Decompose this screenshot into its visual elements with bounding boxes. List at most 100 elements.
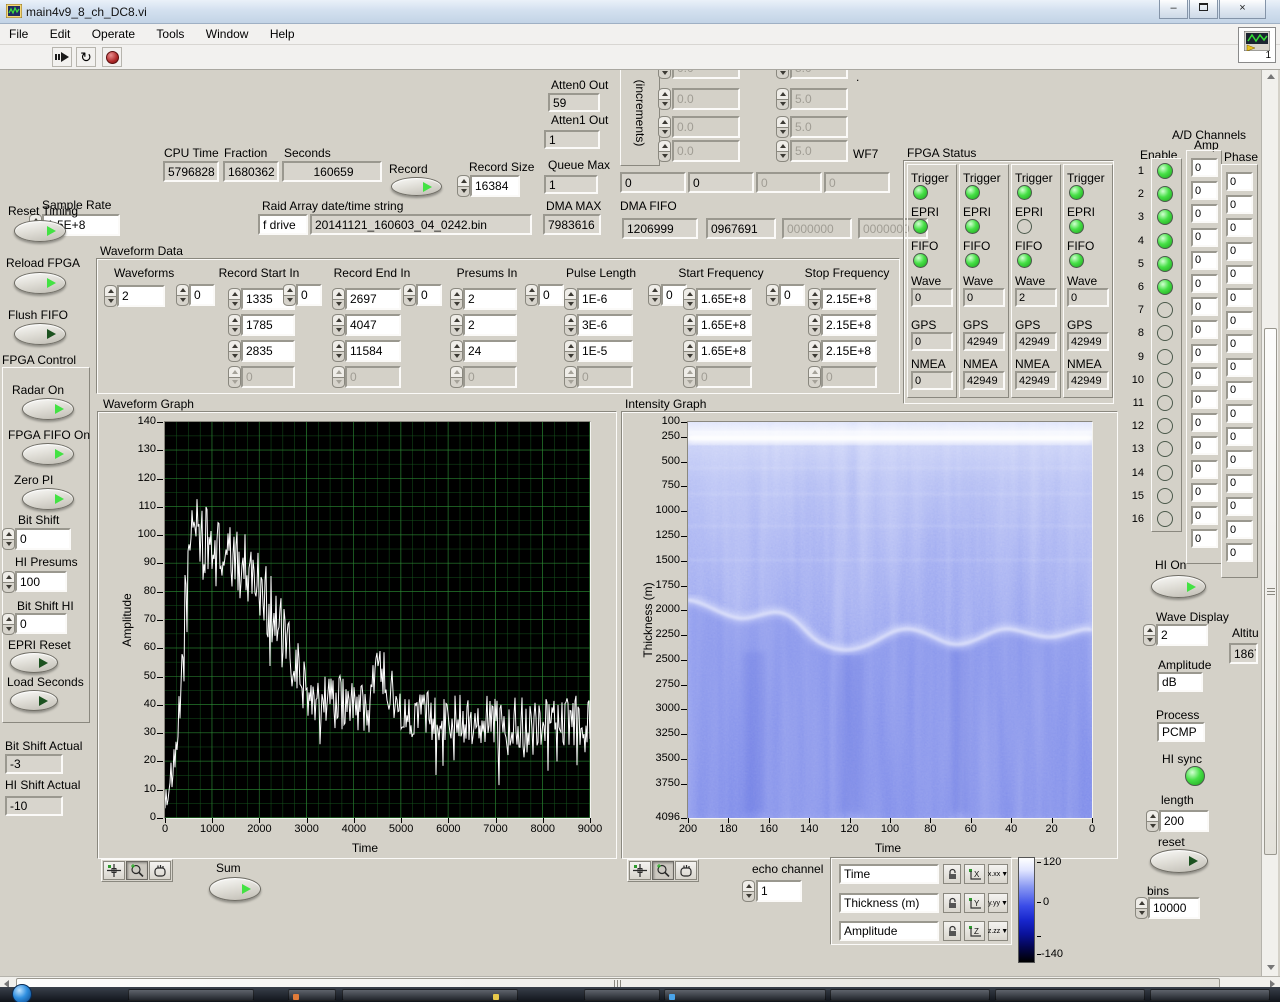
presums-in-field[interactable]: 2: [463, 288, 517, 310]
taskbar-button[interactable]: [830, 989, 990, 1001]
wf-zoom-tool-button[interactable]: [126, 861, 148, 880]
stop-frequency-field[interactable]: 0: [821, 366, 877, 388]
record-button[interactable]: [391, 177, 442, 196]
value-spinner[interactable]: [450, 314, 463, 336]
menu-tools[interactable]: Tools: [147, 24, 193, 41]
run-button[interactable]: [52, 47, 72, 67]
ad-enable-led[interactable]: [1157, 255, 1173, 272]
x-scale-autoscale-button[interactable]: X: [964, 864, 985, 884]
menu-file[interactable]: File: [0, 24, 37, 41]
index-spinner[interactable]: [525, 284, 538, 306]
value-spinner[interactable]: [450, 366, 463, 388]
fpga-fifo-on-button[interactable]: [22, 443, 74, 465]
presums-in-field[interactable]: 2: [463, 314, 517, 336]
value-spinner[interactable]: [332, 314, 345, 336]
ad-phase-field[interactable]: 0: [1226, 241, 1253, 261]
start-frequency-field[interactable]: 0: [696, 366, 752, 388]
load-seconds-button[interactable]: [10, 690, 58, 711]
menu-edit[interactable]: Edit: [41, 24, 80, 41]
wave-display-field[interactable]: 2: [1156, 624, 1208, 646]
ad-phase-field[interactable]: 0: [1226, 404, 1253, 423]
record-size-spinner[interactable]: [457, 175, 470, 197]
wf7-spinner[interactable]: [776, 140, 789, 162]
hi-on-button[interactable]: [1151, 575, 1206, 598]
ad-phase-field[interactable]: 0: [1226, 450, 1253, 470]
reset-timing-button[interactable]: [14, 220, 66, 242]
taskbar-button[interactable]: [288, 989, 336, 1001]
ad-enable-led[interactable]: [1157, 487, 1173, 504]
record-start-in-field[interactable]: 1785: [241, 314, 295, 336]
value-spinner[interactable]: [683, 366, 696, 388]
flush-fifo-button[interactable]: [14, 323, 66, 345]
start-frequency-field[interactable]: 1.65E+8: [696, 340, 752, 362]
value-spinner[interactable]: [332, 340, 345, 362]
ad-amp-field[interactable]: 0: [1191, 390, 1218, 409]
wf-cursor-tool-button[interactable]: [103, 861, 125, 880]
record-end-in-field[interactable]: 4047: [345, 314, 401, 336]
ad-enable-led[interactable]: [1157, 371, 1173, 388]
ad-enable-led[interactable]: [1157, 163, 1173, 179]
ad-phase-field[interactable]: 0: [1226, 473, 1253, 493]
ad-amp-field[interactable]: 0: [1191, 413, 1218, 433]
zero-pi-button[interactable]: [22, 488, 74, 510]
x-scale-lock-button[interactable]: [943, 864, 961, 884]
ad-phase-field[interactable]: 0: [1226, 380, 1253, 400]
taskbar-button[interactable]: [1150, 989, 1270, 1001]
increment-spinner[interactable]: [658, 70, 671, 79]
z-scale-autoscale-button[interactable]: Z: [964, 921, 985, 941]
bit-shift-hi-field[interactable]: 0: [15, 613, 67, 634]
length-spinner[interactable]: [1146, 810, 1159, 832]
bit-shift-field[interactable]: 0: [15, 528, 71, 550]
index-field[interactable]: 0: [779, 284, 805, 306]
value-spinner[interactable]: [228, 314, 241, 336]
ig-zoom-tool-button[interactable]: [652, 861, 674, 880]
taskbar-button[interactable]: [342, 989, 518, 1001]
intensity-image[interactable]: [688, 422, 1092, 818]
ad-amp-field[interactable]: 0: [1191, 204, 1218, 224]
ad-amp-field[interactable]: 0: [1191, 436, 1218, 456]
ig-pan-tool-button[interactable]: [675, 861, 697, 880]
ad-amp-field[interactable]: 0: [1191, 158, 1218, 177]
maximize-button[interactable]: [1189, 0, 1218, 19]
value-spinner[interactable]: [683, 340, 696, 362]
wf7-spinner[interactable]: [776, 70, 789, 79]
menu-help[interactable]: Help: [261, 24, 304, 41]
ad-amp-field[interactable]: 0: [1191, 181, 1218, 201]
x-scale-name-field[interactable]: Time: [839, 864, 939, 884]
wf7-field[interactable]: 5.0: [790, 140, 848, 162]
y-scale-name-field[interactable]: Thickness (m): [839, 893, 939, 913]
value-spinner[interactable]: [808, 314, 821, 336]
value-spinner[interactable]: [808, 366, 821, 388]
ad-phase-field[interactable]: 0: [1226, 357, 1253, 377]
pulse-length-field[interactable]: 1E-6: [577, 288, 633, 310]
process-field[interactable]: PCMP: [1157, 722, 1205, 742]
increment-spinner[interactable]: [658, 88, 671, 110]
bit-shift-hi-spinner[interactable]: [2, 613, 15, 635]
ig-cursor-tool-button[interactable]: [629, 861, 651, 880]
index-field[interactable]: 0: [416, 284, 442, 306]
pulse-length-field[interactable]: 1E-5: [577, 340, 633, 362]
record-size-field[interactable]: 16384: [470, 175, 520, 197]
start-frequency-field[interactable]: 1.65E+8: [696, 314, 752, 336]
start-frequency-field[interactable]: 1.65E+8: [696, 288, 752, 310]
value-spinner[interactable]: [564, 288, 577, 310]
stop-frequency-field[interactable]: 2.15E+8: [821, 314, 877, 336]
value-spinner[interactable]: [228, 288, 241, 310]
ad-enable-led[interactable]: [1157, 464, 1173, 481]
value-spinner[interactable]: [450, 288, 463, 310]
radar-on-button[interactable]: [22, 398, 74, 420]
index-field[interactable]: 0: [538, 284, 564, 306]
bins-spinner[interactable]: [1135, 897, 1148, 919]
increment-field[interactable]: 0.0: [672, 70, 740, 79]
amplitude-mode-field[interactable]: dB: [1157, 672, 1203, 692]
y-format-button[interactable]: y.yy ▼: [988, 893, 1008, 913]
length-field[interactable]: 200: [1159, 810, 1209, 832]
wf7-spinner[interactable]: [776, 116, 789, 138]
value-spinner[interactable]: [564, 340, 577, 362]
ad-enable-led[interactable]: [1157, 395, 1173, 411]
hi-presums-spinner[interactable]: [2, 571, 15, 593]
start-button[interactable]: [12, 984, 32, 1002]
menu-operate[interactable]: Operate: [83, 24, 144, 41]
x-format-button[interactable]: x.xx ▼: [988, 864, 1008, 884]
presums-in-field[interactable]: 0: [463, 366, 517, 388]
